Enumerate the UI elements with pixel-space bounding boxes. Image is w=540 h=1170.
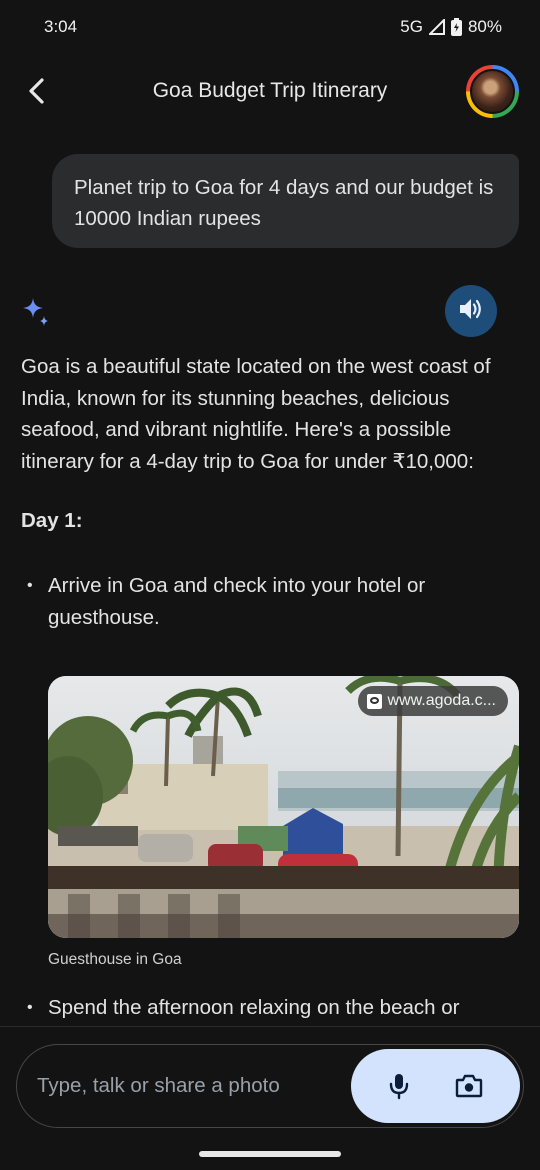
prompt-input-bar[interactable]: Type, talk or share a photo [16,1044,524,1128]
status-bar: 3:04 5G 80% [0,0,540,54]
status-icons: 5G 80% [400,17,502,37]
read-aloud-button[interactable] [445,285,497,337]
input-actions [351,1049,520,1123]
image-source-label: www.agoda.c... [387,692,497,709]
avatar[interactable] [466,65,519,118]
user-message-bubble: Planet trip to Goa for 4 days and our bu… [52,154,519,248]
camera-icon[interactable] [455,1073,483,1099]
list-item: • Arrive in Goa and check into your hote… [21,570,501,633]
day-heading: Day 1: [21,509,83,532]
speaker-icon [458,297,484,326]
battery-icon [450,18,462,36]
gemini-sparkle-icon [21,296,51,331]
list-item-text: Spend the afternoon relaxing on the beac… [48,996,460,1019]
list-item: • Spend the afternoon relaxing on the be… [21,992,501,1024]
image-caption: Guesthouse in Goa [48,951,182,968]
microphone-icon[interactable] [388,1072,410,1100]
list-item-text: Arrive in Goa and check into your hotel … [48,574,426,629]
page-title: Goa Budget Trip Itinerary [152,79,388,102]
profile-photo [470,69,515,114]
bullet-dot: • [27,577,33,594]
battery-level: 80% [467,17,502,36]
status-time: 3:04 [44,17,78,36]
agoda-icon [366,693,382,709]
guesthouse-image[interactable]: www.agoda.c... [48,676,519,938]
home-indicator[interactable] [199,1151,341,1157]
bullet-dot: • [27,999,33,1016]
top-app-bar: Goa Budget Trip Itinerary [0,60,540,122]
response-intro: Goa is a beautiful state located on the … [21,355,491,474]
prompt-input[interactable]: Type, talk or share a photo [37,1074,280,1098]
signal-icon [428,19,445,35]
back-arrow-icon[interactable] [20,74,54,108]
image-source-chip[interactable]: www.agoda.c... [357,686,508,716]
network-type: 5G [400,17,423,36]
